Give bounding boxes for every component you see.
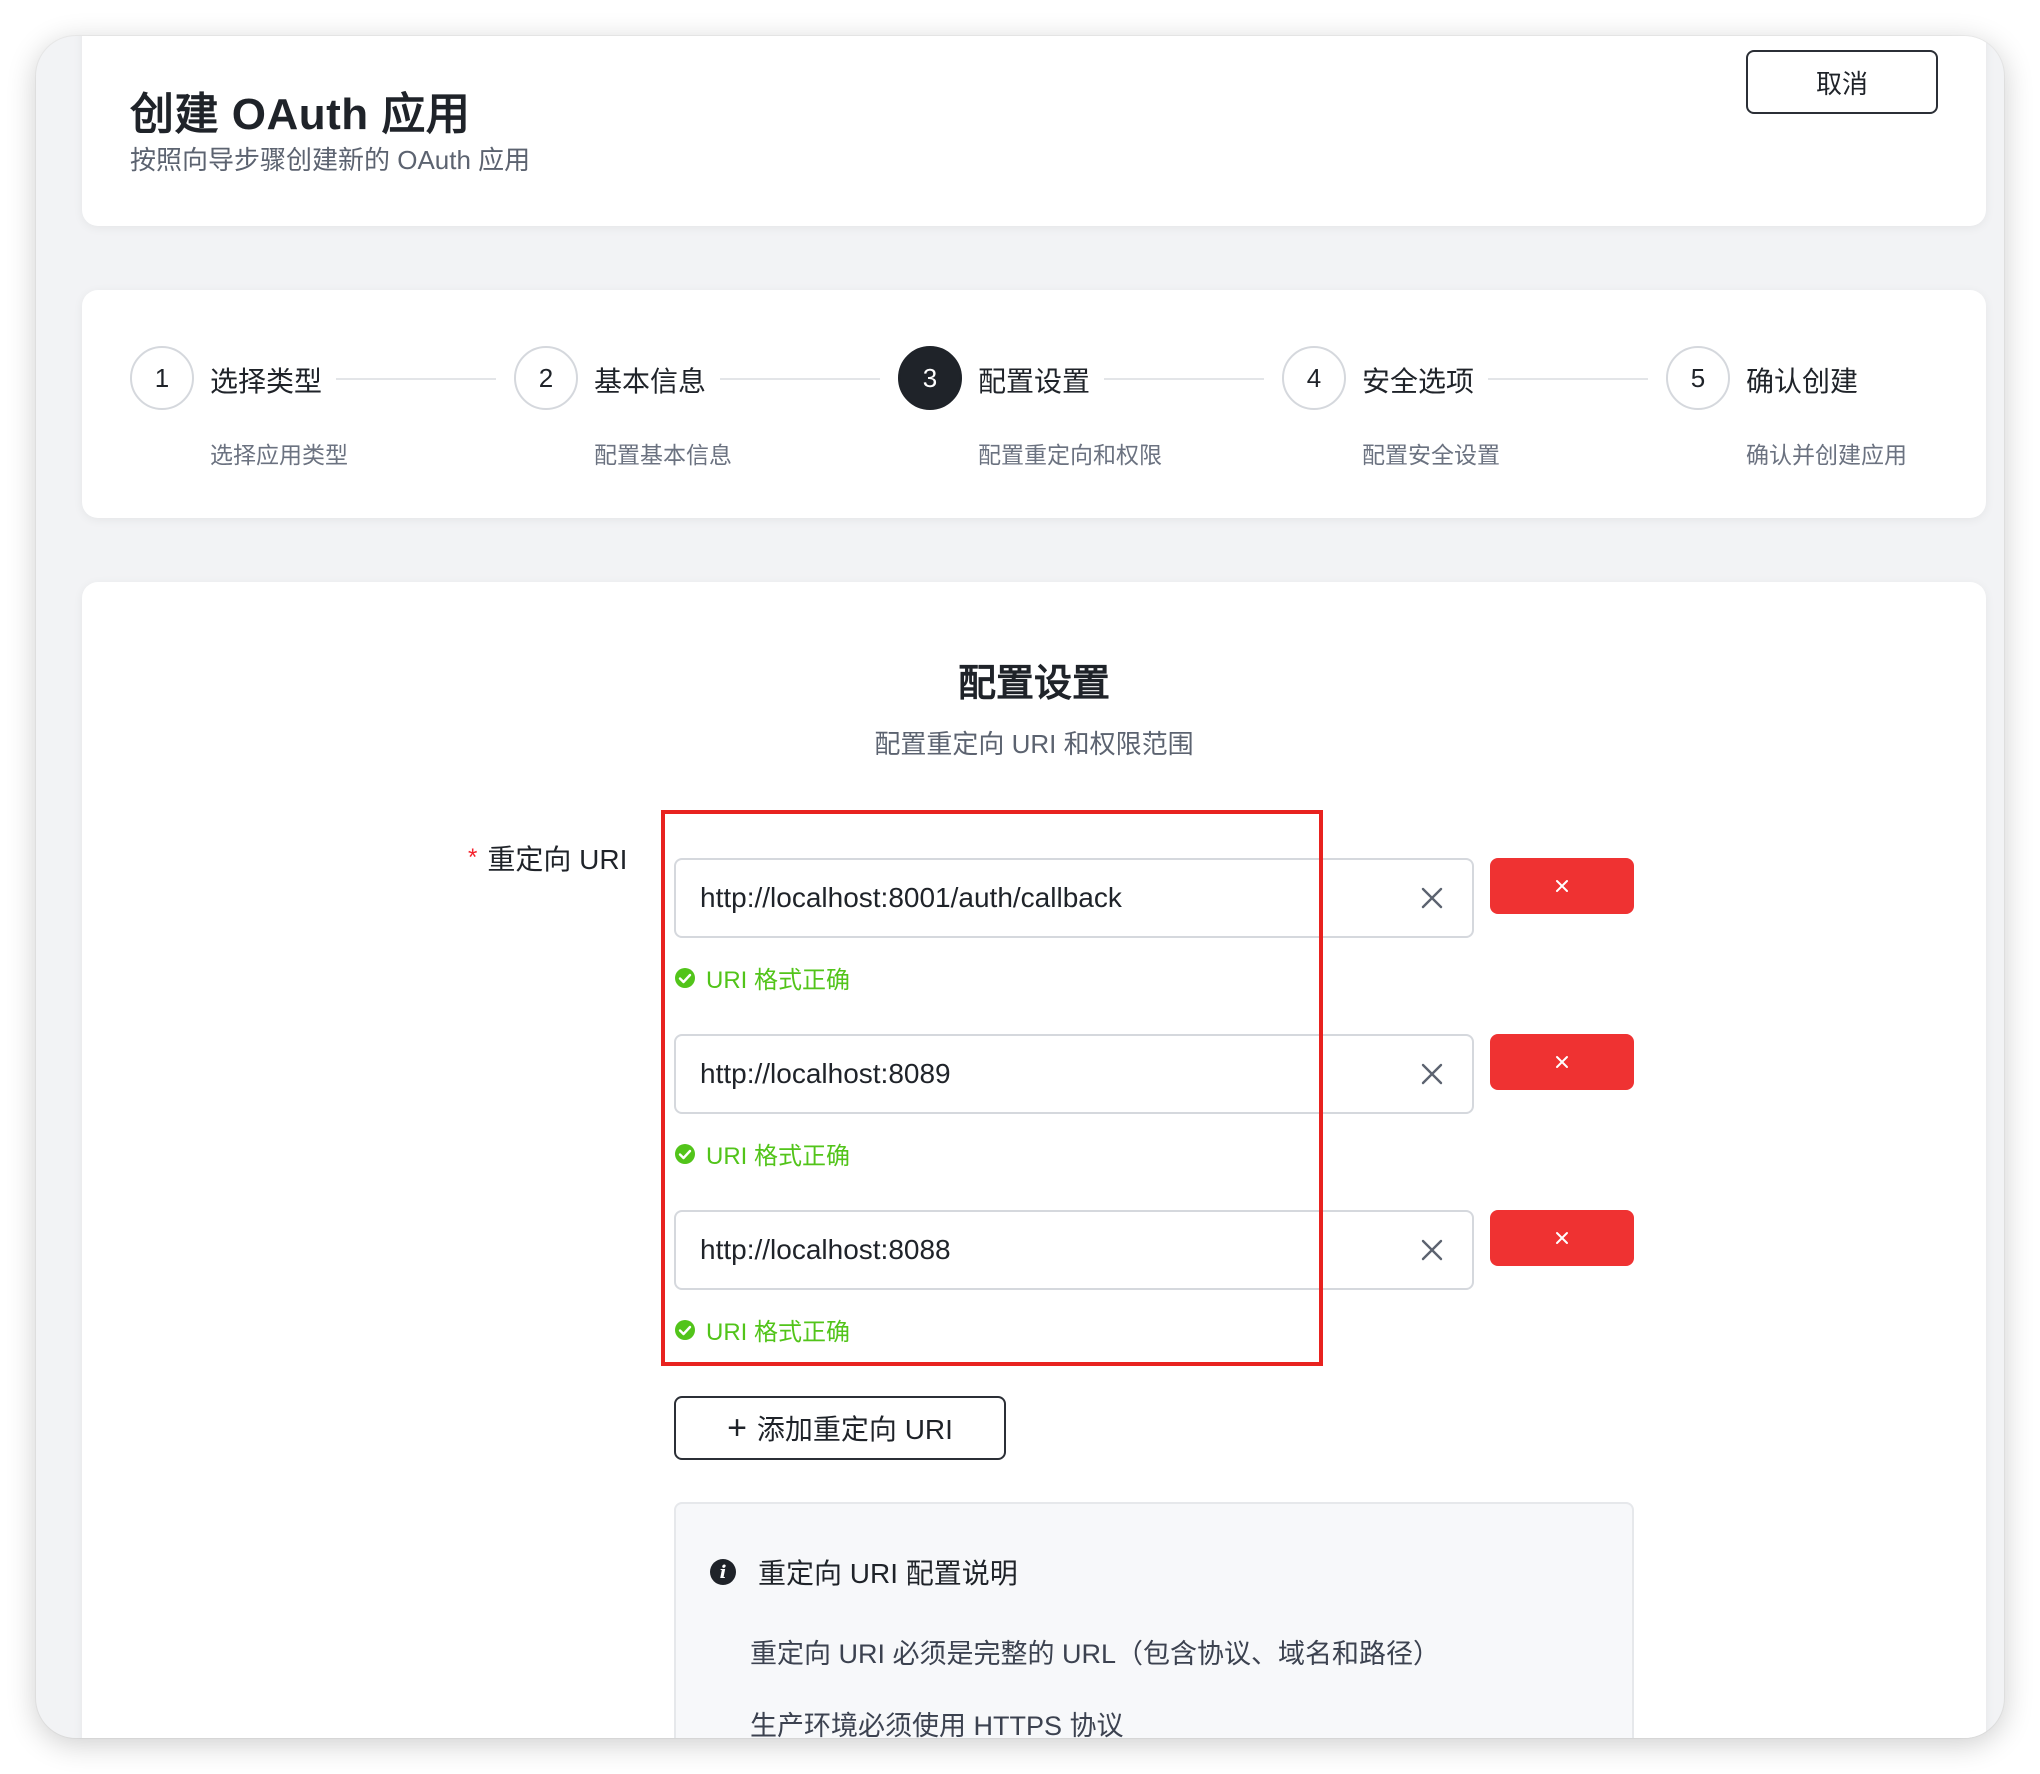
app-window: 创建 OAuth 应用 按照向导步骤创建新的 OAuth 应用 取消 1 选择类… (36, 36, 2004, 1738)
uri-validation-text: URI 格式正确 (706, 1143, 850, 1170)
step-description: 选择应用类型 (210, 442, 348, 468)
page-title: 创建 OAuth 应用 (130, 90, 471, 139)
info-line: 生产环境必须使用 HTTPS 协议 (750, 1711, 1124, 1738)
close-icon (1556, 1056, 1568, 1068)
delete-uri-button[interactable] (1490, 1210, 1634, 1266)
step-title: 确认创建 (1746, 366, 1859, 397)
step-connector (720, 378, 880, 380)
clear-input-icon[interactable] (1418, 1236, 1446, 1264)
step-title: 选择类型 (210, 366, 323, 397)
uri-validation-message: URI 格式正确 (674, 1312, 850, 1347)
header-card: 创建 OAuth 应用 按照向导步骤创建新的 OAuth 应用 取消 (82, 36, 1986, 226)
step-connector (1104, 378, 1264, 380)
plus-icon: + (727, 1409, 747, 1447)
step-description: 配置重定向和权限 (978, 442, 1162, 468)
info-heading: i 重定向 URI 配置说明 (710, 1552, 1018, 1592)
step-description: 配置基本信息 (594, 442, 732, 468)
step-title: 配置设置 (978, 366, 1091, 397)
close-icon (1556, 880, 1568, 892)
required-marker: * (468, 844, 478, 871)
step-number: 4 (1282, 346, 1346, 410)
redirect-uri-field (674, 858, 1474, 938)
add-redirect-uri-label: 添加重定向 URI (756, 1414, 953, 1445)
close-icon (1556, 1232, 1568, 1244)
page-subtitle: 按照向导步骤创建新的 OAuth 应用 (130, 145, 531, 175)
clear-input-icon[interactable] (1418, 884, 1446, 912)
redirect-uri-row: URI 格式正确 (674, 858, 1634, 1028)
delete-uri-button[interactable] (1490, 1034, 1634, 1090)
uri-validation-text: URI 格式正确 (706, 967, 850, 994)
redirect-uri-field (674, 1210, 1474, 1290)
step-connector (336, 378, 496, 380)
step-number: 2 (514, 346, 578, 410)
check-circle-icon (675, 1143, 695, 1164)
uri-validation-message: URI 格式正确 (674, 960, 850, 995)
section-title: 配置设置 (957, 663, 1110, 705)
info-heading-text: 重定向 URI 配置说明 (758, 1558, 1018, 1589)
redirect-uri-input[interactable] (698, 860, 1398, 936)
redirect-uri-label-text: 重定向 URI (487, 844, 628, 875)
redirect-uri-input[interactable] (698, 1212, 1398, 1288)
redirect-uri-input[interactable] (698, 1036, 1398, 1112)
section-subtitle: 配置重定向 URI 和权限范围 (874, 729, 1194, 759)
redirect-uri-row: URI 格式正确 (674, 1034, 1634, 1204)
step-number: 1 (130, 346, 194, 410)
wizard-steps: 1 选择类型 选择应用类型 2 基本信息 配置基本信息 3 配置设置 配置重定向… (82, 290, 1986, 518)
check-circle-icon (675, 1319, 695, 1340)
redirect-uri-field (674, 1034, 1474, 1114)
delete-uri-button[interactable] (1490, 858, 1634, 914)
check-circle-icon (675, 967, 695, 988)
step-number: 3 (898, 346, 962, 410)
uri-validation-message: URI 格式正确 (674, 1136, 850, 1171)
uri-validation-text: URI 格式正确 (706, 1319, 850, 1346)
config-form-card: 配置设置 配置重定向 URI 和权限范围 * 重定向 URI http://lo… (82, 582, 1986, 1738)
step-title: 安全选项 (1362, 366, 1475, 397)
cancel-button[interactable]: 取消 (1746, 50, 1938, 114)
clear-input-icon[interactable] (1418, 1060, 1446, 1088)
step-description: 配置安全设置 (1362, 442, 1500, 468)
add-redirect-uri-button[interactable]: + 添加重定向 URI (674, 1396, 1006, 1460)
info-icon: i (710, 1559, 736, 1585)
redirect-uri-label: * 重定向 URI (468, 838, 627, 878)
step-number: 5 (1666, 346, 1730, 410)
step-title: 基本信息 (594, 366, 707, 397)
redirect-uri-info-panel: i 重定向 URI 配置说明 重定向 URI 必须是完整的 URL（包含协议、域… (674, 1502, 1634, 1738)
step-connector (1488, 378, 1648, 380)
info-line: 重定向 URI 必须是完整的 URL（包含协议、域名和路径） (750, 1639, 1441, 1669)
redirect-uri-row: URI 格式正确 (674, 1210, 1634, 1380)
step-description: 确认并创建应用 (1746, 442, 1907, 468)
